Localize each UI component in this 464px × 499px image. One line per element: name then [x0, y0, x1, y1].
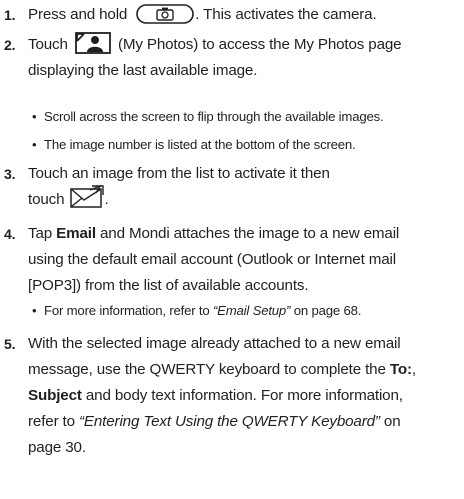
my-photos-icon: [74, 32, 111, 54]
step-number: 4.: [4, 226, 16, 242]
email-term: Email: [56, 225, 96, 242]
step-number: 5.: [4, 336, 16, 352]
email-setup-link[interactable]: “Email Setup”: [213, 303, 290, 318]
step-text: and Mondi attaches the image to a new em…: [99, 225, 400, 242]
step-text: Tap: [28, 225, 53, 242]
step-text: With the selected image already attached…: [28, 335, 401, 352]
step-text: message, use the QWERTY keyboard to comp…: [28, 361, 386, 378]
send-email-icon: [70, 184, 105, 208]
step-text: refer to: [28, 413, 75, 430]
step-text: [POP3]) from the list of available accou…: [28, 277, 309, 294]
step-text: .: [104, 191, 109, 208]
bullet-text: Scroll across the screen to flip through…: [44, 109, 384, 124]
step-text: . This activates the camera.: [195, 6, 377, 23]
manual-page: 1. Press and hold . This activates the c…: [0, 0, 464, 499]
step-text: displaying the last available image.: [28, 62, 258, 79]
step-text: Touch: [28, 36, 68, 53]
bullet-text: on page 68.: [290, 303, 362, 318]
bullet-item: • The image number is listed at the botto…: [32, 137, 356, 152]
bullet-item: • For more information, refer to “Email S…: [32, 303, 362, 318]
step-text: ,: [411, 361, 416, 378]
subject-term: Subject: [28, 387, 82, 404]
step-text: touch: [28, 191, 65, 208]
step-text: and body text information. For more info…: [85, 387, 403, 404]
to-field-term: To:: [389, 361, 412, 378]
bullet-text: For more information, refer to: [44, 303, 210, 318]
bullet-item: • Scroll across the screen to flip throug…: [32, 109, 384, 124]
step-text: on: [379, 413, 401, 430]
bullet-text: The image number is listed at the bottom…: [44, 137, 356, 152]
step-number: 1.: [4, 7, 16, 23]
step-text: page 30.: [28, 439, 86, 456]
step-text: (My Photos) to access the My Photos page: [117, 36, 402, 53]
step-text: Touch an image from the list to activate…: [28, 165, 330, 182]
step-text: Press and hold: [28, 6, 128, 23]
step-number: 3.: [4, 166, 16, 182]
qwerty-keyboard-link[interactable]: “Entering Text Using the QWERTY Keyboard…: [79, 413, 380, 430]
step-number: 2.: [4, 37, 16, 53]
camera-key-icon: [136, 4, 195, 24]
step-text: using the default email account (Outlook…: [28, 251, 396, 268]
